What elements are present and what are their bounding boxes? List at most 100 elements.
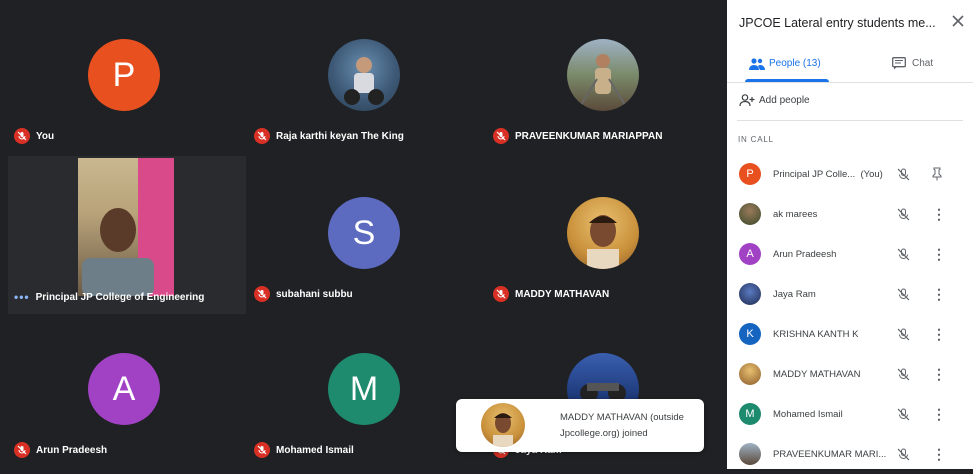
people-list-item[interactable]: Jaya Ram ⋮ bbox=[727, 274, 973, 314]
people-icon bbox=[749, 58, 765, 70]
chat-icon bbox=[892, 57, 906, 70]
mic-off-icon bbox=[897, 248, 910, 260]
person-name: Mohamed Ismail bbox=[773, 408, 843, 420]
add-people-button[interactable]: Add people bbox=[727, 88, 973, 114]
people-list-item[interactable]: K KRISHNA KANTH K ⋮ bbox=[727, 314, 973, 354]
person-name: Jaya Ram bbox=[773, 288, 816, 300]
person-photo bbox=[739, 363, 761, 385]
mic-off-icon bbox=[897, 408, 910, 420]
mic-off-icon bbox=[254, 286, 270, 302]
participant-avatar: P bbox=[88, 39, 160, 111]
in-call-heading: IN CALL bbox=[738, 135, 774, 144]
people-list-item[interactable]: M Mohamed Ismail ⋮ bbox=[727, 394, 973, 434]
mic-off-icon bbox=[254, 442, 270, 458]
toast-line-2: Jpcollege.org) joined bbox=[560, 428, 648, 439]
divider bbox=[727, 82, 973, 83]
mic-off-icon bbox=[897, 168, 910, 180]
mic-off-icon bbox=[897, 328, 910, 340]
participant-avatar: M bbox=[328, 353, 400, 425]
person-avatar: M bbox=[739, 403, 761, 425]
participant-avatar: A bbox=[88, 353, 160, 425]
divider bbox=[737, 120, 963, 121]
participant-tile[interactable]: S subahani subbu bbox=[248, 158, 480, 308]
participant-name-tag: Mohamed Ismail bbox=[254, 442, 354, 458]
add-person-icon bbox=[739, 94, 755, 107]
participant-tile[interactable]: PRAVEENKUMAR MARIAPPAN bbox=[487, 0, 719, 150]
person-avatar: A bbox=[739, 243, 761, 265]
toast-avatar bbox=[481, 403, 525, 447]
participant-photo bbox=[567, 39, 639, 111]
tab-people-label: People (13) bbox=[769, 58, 821, 69]
mic-off-icon bbox=[897, 288, 910, 300]
tab-people[interactable]: People (13) bbox=[727, 46, 850, 82]
people-list-item[interactable]: ak marees ⋮ bbox=[727, 194, 973, 234]
participant-photo bbox=[567, 197, 639, 269]
participant-name: MADDY MATHAVAN bbox=[515, 288, 610, 300]
participant-name-tag: Raja karthi keyan The King bbox=[254, 128, 404, 144]
person-name: MADDY MATHAVAN bbox=[773, 368, 861, 380]
participant-name-tag: MADDY MATHAVAN bbox=[493, 286, 609, 302]
people-panel: JPCOE Lateral entry students me... Peopl… bbox=[727, 0, 973, 469]
person-photo bbox=[739, 443, 761, 465]
pin-icon[interactable] bbox=[931, 167, 943, 181]
participant-name-tag: PRAVEENKUMAR MARIAPPAN bbox=[493, 128, 662, 144]
participant-name: Principal JP College of Engineering bbox=[35, 291, 205, 303]
more-options-icon[interactable]: ⋮ bbox=[932, 286, 946, 303]
person-avatar: K bbox=[739, 323, 761, 345]
participant-name-tag: Arun Pradeesh bbox=[14, 442, 107, 458]
more-options-icon[interactable]: ⋮ bbox=[932, 406, 946, 423]
toast-line-1: MADDY MATHAVAN (outside bbox=[560, 412, 684, 423]
participant-name: PRAVEENKUMAR MARIAPPAN bbox=[515, 130, 663, 142]
more-options-icon[interactable]: ⋮ bbox=[932, 366, 946, 383]
person-name: ak marees bbox=[773, 208, 818, 220]
participant-tile[interactable]: A Arun Pradeesh bbox=[8, 314, 240, 464]
person-name: PRAVEENKUMAR MARI... bbox=[773, 448, 887, 460]
mic-off-icon bbox=[897, 448, 910, 460]
more-options-icon[interactable]: ⋮ bbox=[932, 246, 946, 263]
participant-name: Mohamed Ismail bbox=[276, 444, 354, 456]
mic-off-icon bbox=[493, 128, 509, 144]
person-photo bbox=[739, 203, 761, 225]
close-icon bbox=[952, 15, 964, 27]
participant-tile[interactable]: M Mohamed Ismail bbox=[248, 314, 480, 464]
mic-off-icon bbox=[254, 128, 270, 144]
people-list-item[interactable]: PRAVEENKUMAR MARI... ⋮ bbox=[727, 434, 973, 474]
speaking-indicator-icon: ••• bbox=[14, 290, 30, 304]
participant-video bbox=[78, 158, 174, 296]
person-name: Principal JP Colle... (You) bbox=[773, 168, 883, 180]
mic-off-icon bbox=[897, 368, 910, 380]
mic-off-icon bbox=[14, 442, 30, 458]
toast-message: MADDY MATHAVAN (outside Jpcollege.org) j… bbox=[560, 410, 684, 442]
join-notification-toast: MADDY MATHAVAN (outside Jpcollege.org) j… bbox=[456, 399, 704, 452]
people-list-item[interactable]: MADDY MATHAVAN ⋮ bbox=[727, 354, 973, 394]
participant-name: Arun Pradeesh bbox=[36, 444, 108, 456]
people-list-item[interactable]: P Principal JP Colle... (You) bbox=[727, 154, 973, 194]
person-photo bbox=[739, 283, 761, 305]
participant-photo bbox=[328, 39, 400, 111]
close-button[interactable] bbox=[949, 12, 967, 30]
participant-name-tag: ••• Principal JP College of Engineering bbox=[14, 290, 204, 304]
mic-off-icon bbox=[897, 208, 910, 220]
participant-avatar: S bbox=[328, 197, 400, 269]
more-options-icon[interactable]: ⋮ bbox=[932, 206, 946, 223]
person-name: KRISHNA KANTH K bbox=[773, 328, 859, 340]
more-options-icon[interactable]: ⋮ bbox=[932, 446, 946, 463]
participant-tile[interactable]: Raja karthi keyan The King bbox=[248, 0, 480, 150]
participant-tile-active-video[interactable]: ••• Principal JP College of Engineering bbox=[8, 156, 246, 314]
tab-chat[interactable]: Chat bbox=[850, 46, 973, 82]
person-avatar: P bbox=[739, 163, 761, 185]
panel-title: JPCOE Lateral entry students me... bbox=[739, 16, 936, 30]
participant-name-tag: You bbox=[14, 128, 54, 144]
participant-name: You bbox=[36, 130, 55, 142]
more-options-icon[interactable]: ⋮ bbox=[932, 326, 946, 343]
people-list-item[interactable]: A Arun Pradeesh ⋮ bbox=[727, 234, 973, 274]
mic-off-icon bbox=[14, 128, 30, 144]
mic-off-icon bbox=[493, 286, 509, 302]
participant-tile[interactable]: P You bbox=[8, 0, 240, 150]
tab-chat-label: Chat bbox=[912, 58, 934, 69]
participant-name: subahani subbu bbox=[276, 288, 353, 300]
you-suffix: (You) bbox=[860, 168, 883, 180]
participant-tile[interactable]: MADDY MATHAVAN bbox=[487, 158, 719, 308]
participant-name-tag: subahani subbu bbox=[254, 286, 353, 302]
person-name: Arun Pradeesh bbox=[773, 248, 837, 260]
